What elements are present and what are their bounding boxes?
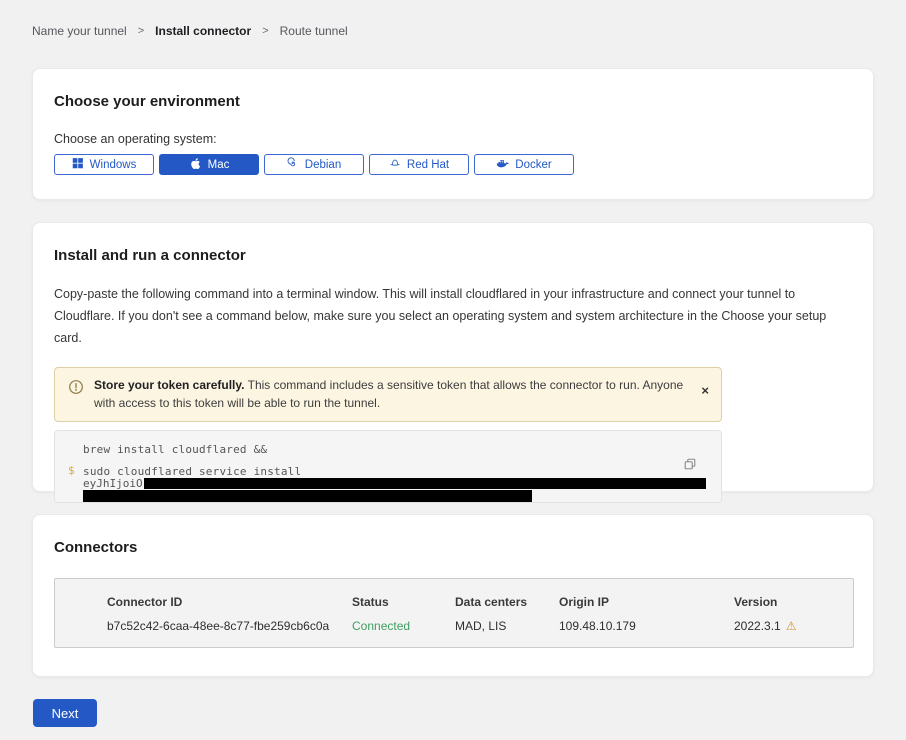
environment-card-title: Choose your environment [54, 93, 852, 110]
breadcrumb: Name your tunnel > Install connector > R… [32, 0, 874, 38]
connectors-table: Connector ID Status Data centers Origin … [54, 578, 854, 648]
version-number: 2022.3.1 [734, 619, 781, 633]
breadcrumb-separator: > [138, 25, 144, 37]
redhat-icon [389, 157, 401, 172]
install-description: Copy-paste the following command into a … [54, 284, 849, 350]
install-card-title: Install and run a connector [54, 247, 852, 264]
alert-info-icon [68, 379, 84, 400]
connectors-card: Connectors Connector ID Status Data cent… [32, 514, 874, 677]
windows-icon [72, 157, 84, 172]
col-status: Status [352, 595, 455, 609]
data-centers-value: MAD, LIS [455, 619, 559, 633]
alert-close-icon[interactable]: × [701, 384, 709, 397]
code-line-token: eyJhIjoiO [83, 478, 721, 490]
version-warning-icon[interactable]: ⚠ [786, 619, 797, 633]
col-connector-id: Connector ID [107, 595, 352, 609]
table-row: b7c52c42-6caa-48ee-8c77-fbe259cb6c0a Con… [107, 619, 853, 633]
redacted-token-bar [83, 490, 532, 502]
docker-icon [496, 157, 509, 173]
col-origin-ip: Origin IP [559, 595, 734, 609]
install-command-codeblock[interactable]: brew install cloudflared && $ sudo cloud… [54, 430, 722, 503]
apple-icon [189, 157, 202, 173]
os-button-mac[interactable]: Mac [159, 154, 259, 175]
connectors-table-header: Connector ID Status Data centers Origin … [107, 595, 853, 609]
shell-prompt: $ [68, 464, 75, 477]
col-data-centers: Data centers [455, 595, 559, 609]
os-button-label: Mac [208, 159, 230, 171]
os-select-label: Choose an operating system: [54, 132, 852, 146]
page: Name your tunnel > Install connector > R… [0, 0, 906, 727]
os-button-docker[interactable]: Docker [474, 154, 574, 175]
next-button[interactable]: Next [33, 699, 97, 727]
status-badge: Connected [352, 619, 455, 633]
breadcrumb-name-your-tunnel[interactable]: Name your tunnel [32, 24, 127, 38]
alert-text: Store your token carefully. This command… [94, 376, 701, 413]
breadcrumb-separator: > [262, 25, 268, 37]
os-button-label: Windows [90, 159, 137, 171]
os-button-group: Windows Mac Debian Red Hat [54, 154, 852, 175]
code-line-sudo: sudo cloudflared service install [83, 465, 721, 478]
connectors-card-title: Connectors [54, 539, 852, 556]
redacted-token-bar [144, 478, 706, 489]
code-line-token-2 [83, 490, 721, 502]
choose-environment-card: Choose your environment Choose an operat… [32, 68, 874, 200]
version-value: 2022.3.1 ⚠ [734, 619, 853, 633]
debian-icon [287, 157, 299, 172]
os-button-label: Red Hat [407, 159, 449, 171]
breadcrumb-install-connector[interactable]: Install connector [155, 24, 251, 38]
origin-ip-value: 109.48.10.179 [559, 619, 734, 633]
alert-title: Store your token carefully. [94, 378, 245, 392]
copy-icon[interactable] [683, 457, 697, 474]
code-line-brew: brew install cloudflared && [83, 443, 721, 456]
os-button-debian[interactable]: Debian [264, 154, 364, 175]
token-warning-alert: Store your token carefully. This command… [54, 367, 722, 422]
os-button-windows[interactable]: Windows [54, 154, 154, 175]
install-connector-card: Install and run a connector Copy-paste t… [32, 222, 874, 492]
os-button-redhat[interactable]: Red Hat [369, 154, 469, 175]
os-button-label: Debian [305, 159, 341, 171]
breadcrumb-route-tunnel[interactable]: Route tunnel [280, 24, 348, 38]
connector-id-value: b7c52c42-6caa-48ee-8c77-fbe259cb6c0a [107, 619, 352, 633]
os-button-label: Docker [515, 159, 551, 171]
col-version: Version [734, 595, 853, 609]
token-prefix: eyJhIjoiO [83, 477, 143, 490]
